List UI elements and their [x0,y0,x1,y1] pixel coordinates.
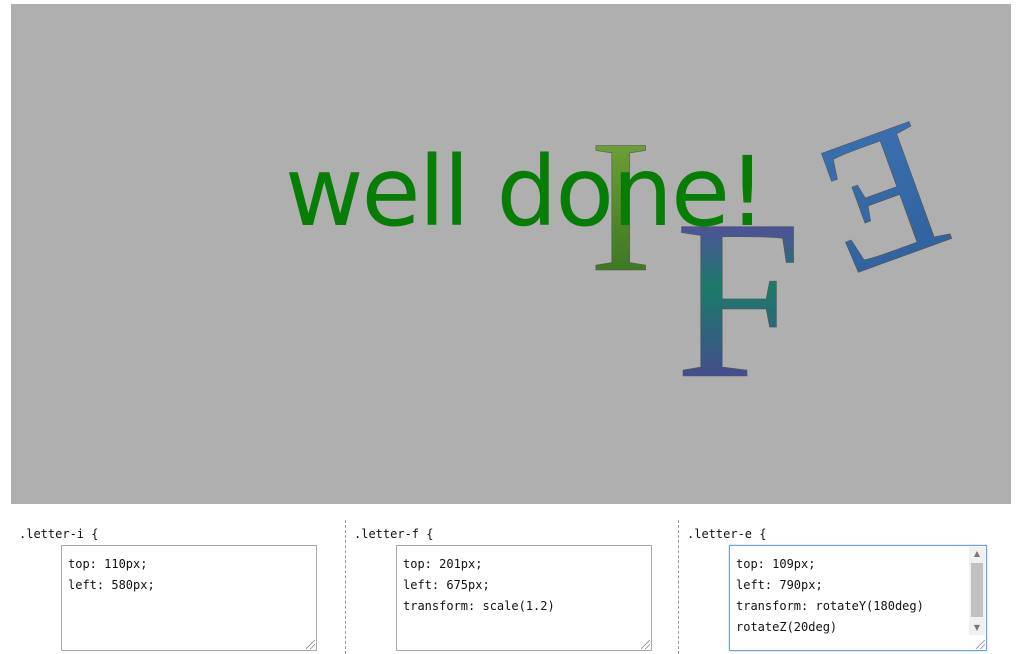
scroll-thumb[interactable] [971,563,983,617]
resize-grip-icon[interactable] [306,640,315,649]
css-editor-letter-f[interactable]: top: 201px; left: 675px; transform: scal… [396,545,652,651]
selector-label: .letter-e { [687,527,767,541]
scroll-down-arrow-icon[interactable]: ▼ [969,621,985,635]
code-line: rotateZ(20deg) [736,620,838,634]
letters-layer: I F E [589,78,972,426]
code-line: transform: scale(1.2) [403,599,555,613]
selector-label: .letter-f { [354,527,434,541]
selector-label: .letter-i { [19,527,99,541]
resize-grip-icon[interactable] [641,640,650,649]
game-stage: I F E well done! [11,4,1011,504]
resize-grip-icon[interactable] [976,640,985,649]
code-line: left: 675px; [403,578,490,592]
code-line: transform: rotateY(180deg) [736,599,924,613]
code-line: left: 580px; [68,578,155,592]
code-line: left: 790px; [736,578,823,592]
editor-scrollbar[interactable]: ▲ ▼ [969,547,985,635]
scroll-up-arrow-icon[interactable]: ▲ [969,547,985,561]
letter-i-panel: .letter-i { top: 110px; left: 580px; [11,520,344,654]
code-line: top: 201px; [403,557,483,571]
letter-e-panel: .letter-e { top: 109px; left: 790px; tra… [678,520,1019,654]
css-editor-letter-i[interactable]: top: 110px; left: 580px; [61,545,317,651]
code-line: top: 110px; [68,557,148,571]
letter-e[interactable]: E [790,78,971,316]
code-line: top: 109px; [736,557,816,571]
success-message: well done! [285,136,766,248]
letter-f-panel: .letter-f { top: 201px; left: 675px; tra… [345,520,678,654]
css-editor-letter-e[interactable]: top: 109px; left: 790px; transform: rota… [729,545,987,651]
